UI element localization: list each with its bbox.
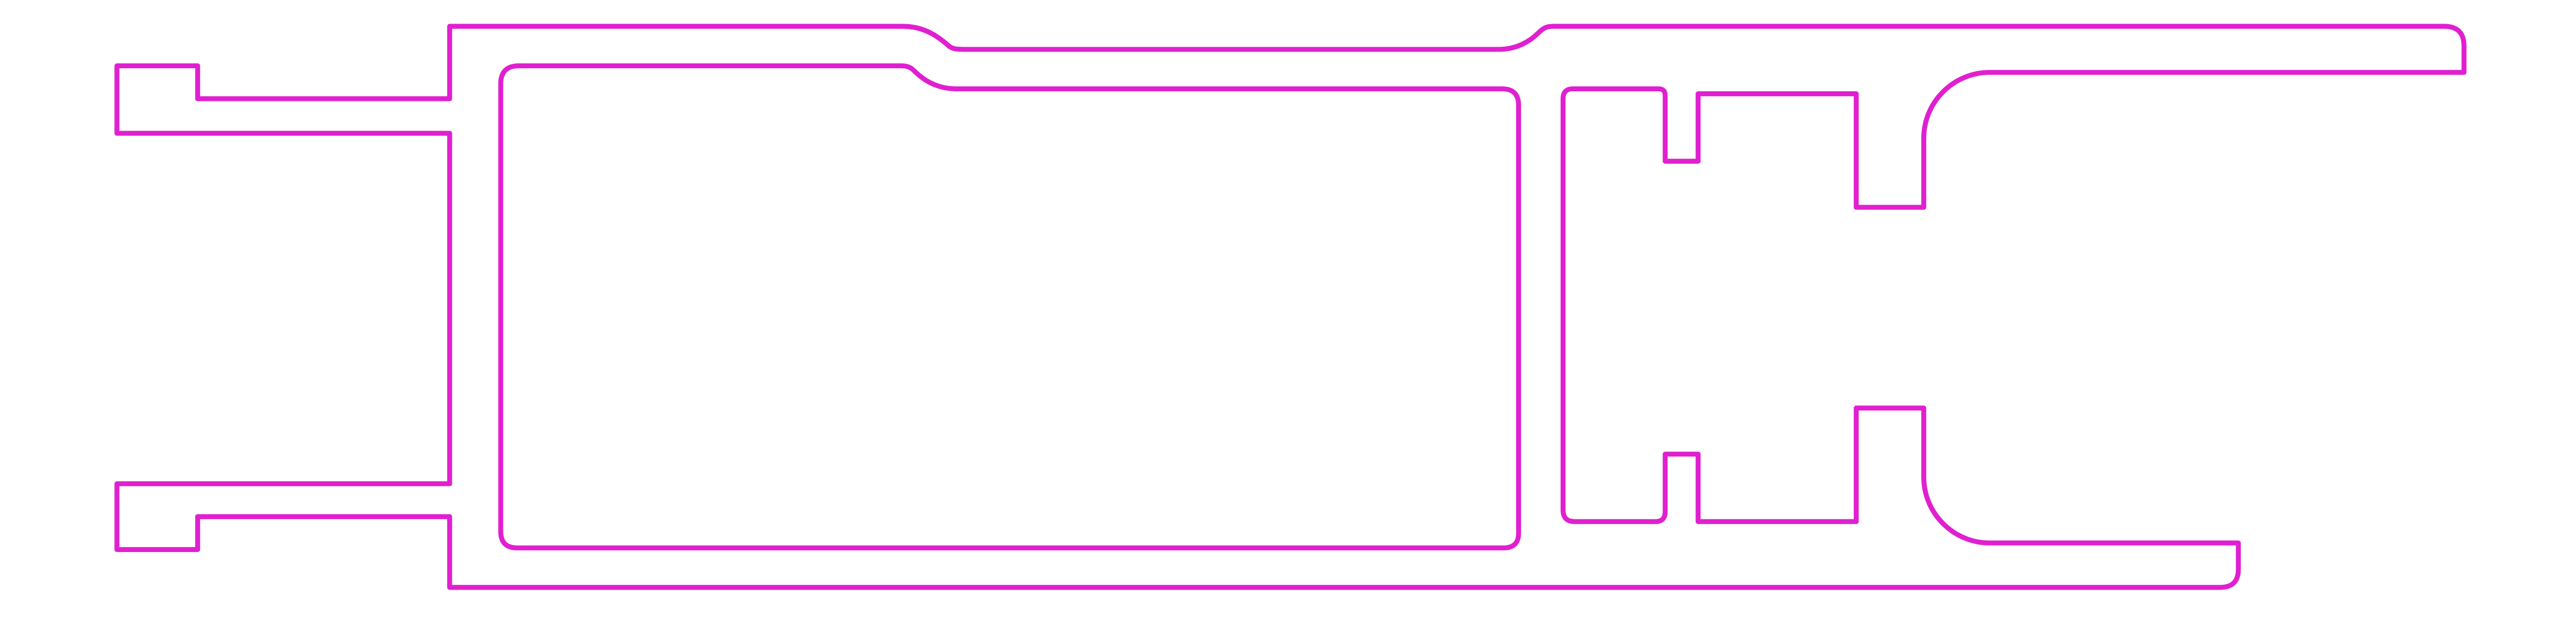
canvas-background [0, 0, 2576, 617]
profile-cross-section-drawing [0, 0, 2576, 617]
